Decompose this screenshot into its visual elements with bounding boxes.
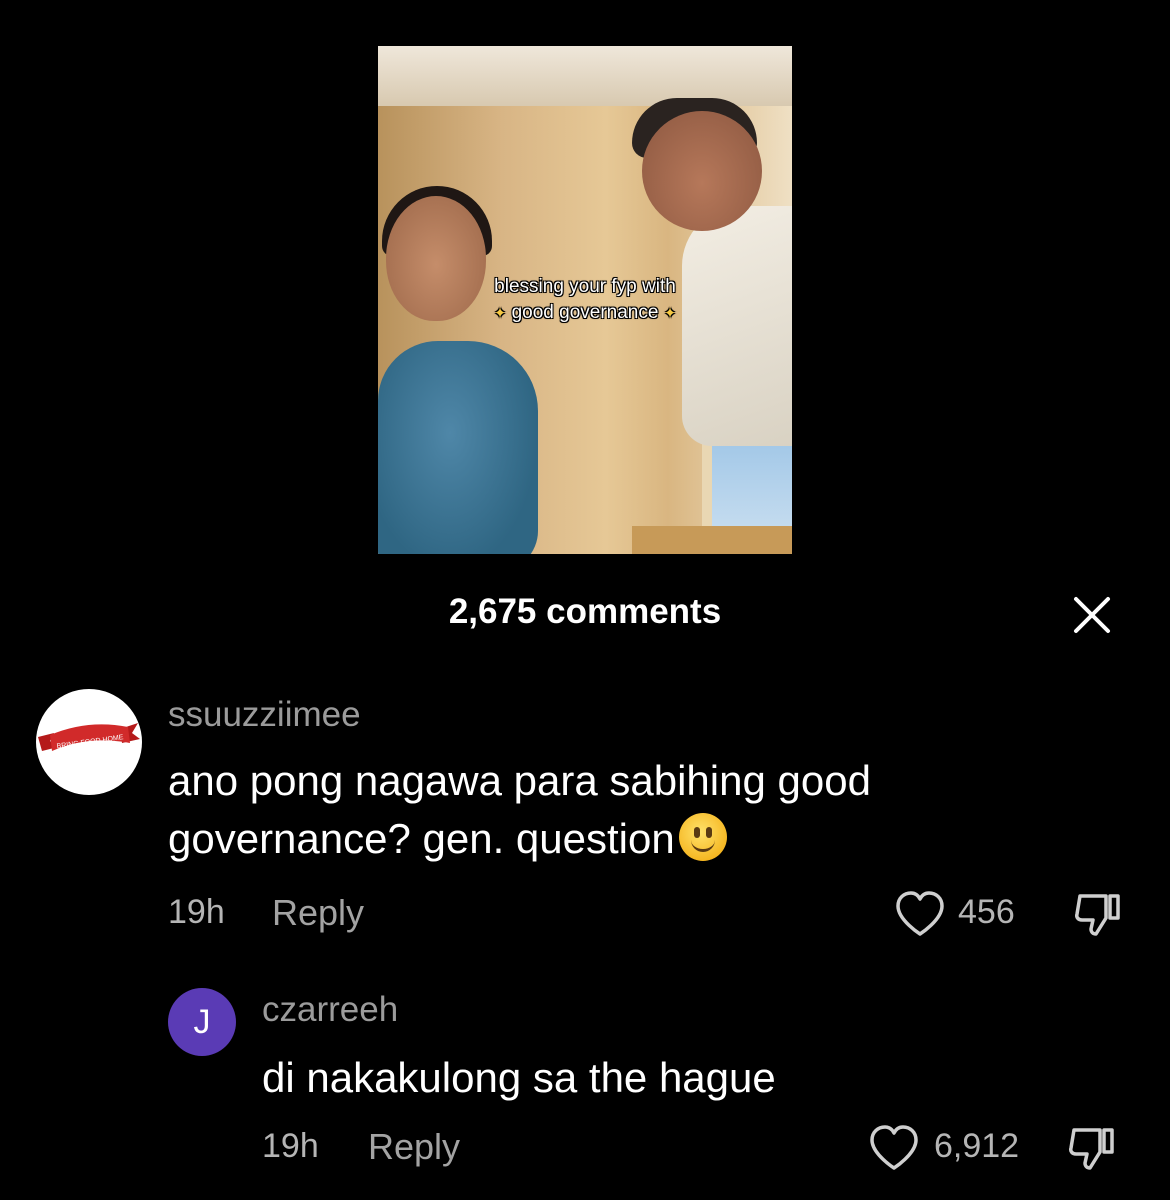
sparkle-icon: ✦	[663, 305, 677, 322]
woman-figure	[378, 341, 538, 554]
comment-text: di nakakulong sa the hague	[262, 1054, 776, 1101]
caption-line-2: ✦ good governance ✦	[378, 300, 792, 327]
reply-button[interactable]: Reply	[272, 892, 364, 934]
comment-timestamp: 19h	[168, 893, 225, 931]
close-button[interactable]	[1070, 593, 1114, 637]
heart-icon	[896, 891, 944, 936]
bring-food-home-logo: BRING FOOD HOME	[38, 723, 140, 751]
comment-username[interactable]: ssuuzziimee	[168, 695, 361, 735]
like-button[interactable]	[868, 1124, 920, 1177]
like-button[interactable]	[894, 890, 946, 943]
thumbs-down-icon	[1075, 894, 1120, 936]
man-face	[642, 111, 762, 231]
slightly-smiling-face-icon	[678, 813, 727, 861]
reply-button[interactable]: Reply	[368, 1126, 460, 1168]
dislike-button[interactable]	[1066, 1124, 1118, 1179]
video-caption: blessing your fyp with ✦ good governance…	[378, 274, 792, 327]
comment-text-body: ano pong nagawa para sabihing good gover…	[168, 757, 871, 862]
like-count: 456	[958, 893, 1015, 931]
comment-timestamp: 19h	[262, 1127, 319, 1165]
like-count: 6,912	[934, 1127, 1020, 1165]
comment-username[interactable]: czarreeh	[262, 990, 398, 1030]
close-icon	[1074, 597, 1110, 633]
video-ceiling	[378, 46, 792, 106]
comments-count-title: 2,675 comments	[448, 592, 722, 631]
avatar[interactable]: BRING FOOD HOME	[36, 689, 142, 795]
sparkle-icon: ✦	[493, 305, 507, 322]
heart-icon	[870, 1125, 918, 1170]
caption-line-1: blessing your fyp with	[494, 276, 676, 297]
avatar[interactable]: J	[168, 988, 236, 1056]
comment-text: ano pong nagawa para sabihing good gover…	[168, 752, 1048, 868]
thumbs-down-icon	[1069, 1128, 1114, 1170]
dislike-button[interactable]	[1072, 890, 1124, 945]
video-floor	[632, 526, 792, 554]
caption-line-2-text: good governance	[511, 302, 659, 323]
video-thumbnail[interactable]: blessing your fyp with ✦ good governance…	[378, 46, 792, 554]
